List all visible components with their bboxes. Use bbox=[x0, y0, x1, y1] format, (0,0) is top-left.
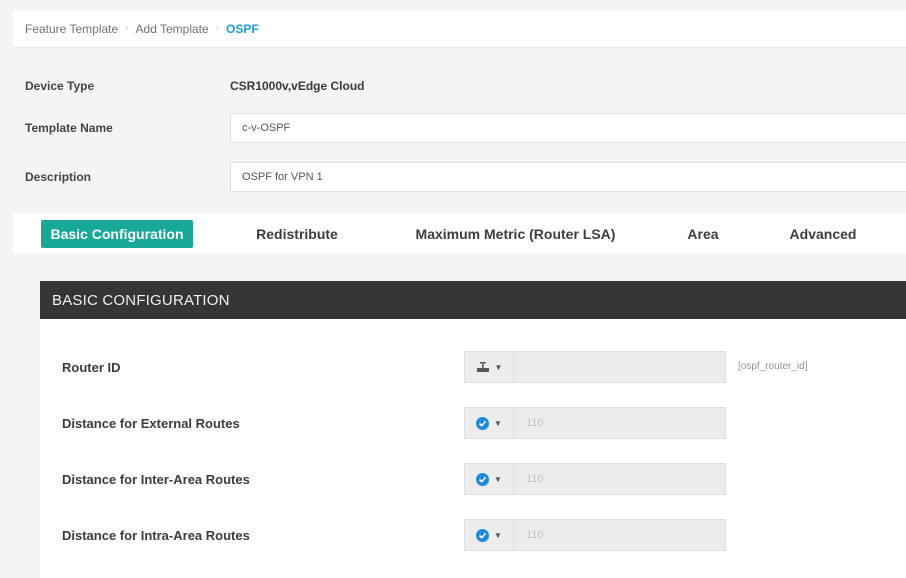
template-form: Device Type CSR1000v,vEdge Cloud Templat… bbox=[13, 48, 906, 211]
tab-advanced[interactable]: Advanced bbox=[775, 220, 871, 248]
distance-inter-area-label: Distance for Inter-Area Routes bbox=[62, 472, 250, 487]
distance-intra-area-scope-dropdown[interactable]: ▼ bbox=[464, 519, 514, 551]
section-title: BASIC CONFIGURATION bbox=[40, 281, 906, 319]
tab-area[interactable]: Area bbox=[673, 220, 733, 248]
chevron-down-icon: ▼ bbox=[494, 418, 502, 428]
default-check-icon bbox=[476, 528, 490, 542]
default-check-icon bbox=[476, 472, 490, 486]
breadcrumb-separator: › bbox=[215, 23, 220, 34]
distance-intra-area-row: Distance for Intra-Area Routes ▼ 110 bbox=[40, 519, 906, 553]
tab-basic-configuration[interactable]: Basic Configuration bbox=[41, 220, 193, 248]
breadcrumb-feature-template[interactable]: Feature Template bbox=[25, 22, 118, 36]
distance-external-input[interactable]: 110 bbox=[514, 407, 726, 439]
distance-intra-area-input[interactable]: 110 bbox=[514, 519, 726, 551]
tab-redistribute[interactable]: Redistribute bbox=[238, 220, 356, 248]
chevron-down-icon: ▼ bbox=[494, 474, 502, 484]
breadcrumb: Feature Template › Add Template › OSPF bbox=[13, 10, 906, 48]
description-input[interactable]: OSPF for VPN 1 bbox=[230, 162, 906, 192]
device-type-label: Device Type bbox=[25, 79, 95, 93]
router-id-label: Router ID bbox=[62, 360, 121, 375]
router-id-input[interactable] bbox=[514, 351, 726, 383]
section-tabs: Basic Configuration Redistribute Maximum… bbox=[13, 214, 906, 254]
distance-inter-area-row: Distance for Inter-Area Routes ▼ 110 bbox=[40, 463, 906, 497]
chevron-down-icon: ▼ bbox=[494, 362, 503, 372]
chevron-down-icon: ▼ bbox=[494, 530, 502, 540]
device-specific-icon bbox=[476, 361, 490, 373]
distance-external-label: Distance for External Routes bbox=[62, 416, 240, 431]
router-id-scope-dropdown[interactable]: ▼ bbox=[464, 351, 514, 383]
router-id-variable: [ospf_router_id] bbox=[738, 361, 808, 372]
breadcrumb-current: OSPF bbox=[226, 21, 259, 36]
device-type-row: Device Type CSR1000v,vEdge Cloud bbox=[13, 70, 906, 102]
breadcrumb-separator: › bbox=[125, 23, 129, 34]
default-check-icon bbox=[476, 416, 490, 430]
device-type-value: CSR1000v,vEdge Cloud bbox=[230, 79, 365, 93]
distance-inter-area-input[interactable]: 110 bbox=[514, 463, 726, 495]
template-name-label: Template Name bbox=[25, 121, 113, 135]
distance-external-row: Distance for External Routes ▼ 110 bbox=[40, 407, 906, 441]
distance-inter-area-scope-dropdown[interactable]: ▼ bbox=[464, 463, 514, 495]
description-row: Description OSPF for VPN 1 bbox=[13, 161, 906, 193]
tab-maximum-metric[interactable]: Maximum Metric (Router LSA) bbox=[403, 220, 628, 248]
template-name-row: Template Name c-v-OSPF bbox=[13, 112, 906, 144]
router-id-row: Router ID ▼ [ospf_router_id] bbox=[40, 351, 906, 385]
distance-external-scope-dropdown[interactable]: ▼ bbox=[464, 407, 514, 439]
distance-intra-area-label: Distance for Intra-Area Routes bbox=[62, 528, 250, 543]
basic-configuration-panel: BASIC CONFIGURATION Router ID ▼ [ospf_ro… bbox=[40, 281, 906, 578]
template-name-input[interactable]: c-v-OSPF bbox=[230, 113, 906, 143]
breadcrumb-add-template[interactable]: Add Template bbox=[136, 22, 209, 36]
description-label: Description bbox=[25, 170, 92, 184]
